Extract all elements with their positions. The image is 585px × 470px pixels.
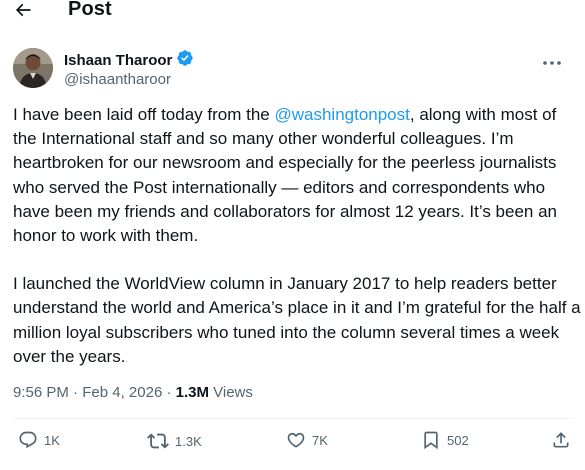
post-text: I have been laid off today from the @was… xyxy=(13,103,581,393)
share-button[interactable] xyxy=(551,430,571,450)
share-icon xyxy=(551,430,571,450)
back-arrow-icon xyxy=(13,0,33,25)
repost-count: 1.3K xyxy=(175,433,202,449)
post-paragraph-1: I have been laid off today from the @was… xyxy=(13,103,581,248)
post-text-segment: I have been laid off today from the xyxy=(13,105,275,124)
mention-link[interactable]: @washingtonpost xyxy=(274,105,409,124)
post-time[interactable]: 9:56 PM xyxy=(13,384,69,401)
top-bar: Post xyxy=(0,0,585,28)
post-text-segment: , along with most of the International s… xyxy=(13,105,557,246)
reply-button[interactable]: 1K xyxy=(18,430,60,450)
post-date[interactable]: Feb 4, 2026 xyxy=(82,384,162,401)
page-title: Post xyxy=(68,0,112,20)
post-paragraph-2: I launched the WorldView column in Janua… xyxy=(13,274,581,366)
reply-count: 1K xyxy=(44,432,60,448)
author-handle[interactable]: @ishaantharoor xyxy=(64,71,171,88)
meta-separator: · xyxy=(68,384,83,401)
divider xyxy=(13,418,573,419)
bookmark-count: 502 xyxy=(447,432,469,448)
repost-icon xyxy=(147,430,169,452)
author-name[interactable]: Ishaan Tharoor xyxy=(64,52,172,69)
verified-badge-icon xyxy=(176,49,194,72)
meta-separator: · xyxy=(162,384,176,401)
author-name-row: Ishaan Tharoor xyxy=(64,49,194,72)
repost-button[interactable]: 1.3K xyxy=(147,430,202,452)
views-count: 1.3M xyxy=(175,384,209,401)
more-options-button[interactable] xyxy=(537,52,567,72)
like-count: 7K xyxy=(312,432,328,448)
like-button[interactable]: 7K xyxy=(286,430,328,450)
bookmark-button[interactable]: 502 xyxy=(421,430,469,450)
avatar[interactable] xyxy=(13,48,53,88)
views-label: Views xyxy=(208,384,253,401)
post-meta: 9:56 PM · Feb 4, 2026 · 1.3M Views xyxy=(13,384,253,401)
back-button[interactable] xyxy=(10,0,36,24)
avatar-image xyxy=(13,48,53,88)
bookmark-icon xyxy=(421,430,441,450)
action-bar: 1K 1.3K 7K 502 xyxy=(0,430,585,456)
reply-icon xyxy=(18,430,38,450)
heart-icon xyxy=(286,430,306,450)
more-horizontal-icon xyxy=(542,53,562,71)
